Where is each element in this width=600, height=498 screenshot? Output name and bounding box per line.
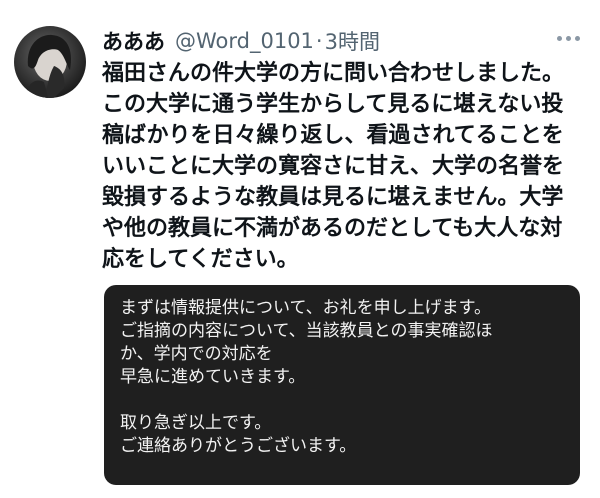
reply-line-blank [120, 389, 564, 412]
tweet: あああ @Word_0101 · 3時間 福田さんの件大学の方に問い合わせしまし… [0, 0, 600, 498]
reply-line: ご連絡ありがとうございます。 [120, 436, 357, 456]
separator-dot: · [315, 29, 323, 53]
more-dot [565, 35, 571, 41]
tweet-body-line: 応をしてください。 [102, 247, 299, 272]
reply-line: まずは情報提供について、お礼を申し上げます。 [120, 298, 491, 318]
reply-line: か、学内での対応を [120, 344, 273, 364]
tweet-header: あああ @Word_0101 · 3時間 [102, 27, 380, 55]
attached-image-reply[interactable]: まずは情報提供について、お礼を申し上げます。 ご指摘の内容について、当該教員との… [104, 285, 580, 485]
tweet-body-line: 福田さんの件大学の方に問い合わせしました。 [102, 61, 565, 86]
reply-line: ご指摘の内容について、当該教員との事実確認ほ [120, 321, 493, 341]
tweet-body-line: 稿ばかりを日々繰り返し、看過されてることを [102, 123, 564, 148]
tweet-body-line: いいことに大学の寛容さに甘え、大学の名誉を [102, 154, 565, 179]
more-dot [574, 35, 580, 41]
more-dot [556, 35, 562, 41]
timestamp[interactable]: 3時間 [325, 26, 380, 56]
avatar-photo-icon [24, 34, 72, 98]
display-name[interactable]: あああ [102, 26, 165, 56]
tweet-body: 福田さんの件大学の方に問い合わせしました。 この大学に通う学生からして見るに堪え… [102, 58, 582, 275]
tweet-body-line: この大学に通う学生からして見るに堪えない投 [102, 92, 564, 117]
tweet-body-line: 毀損するような教員は見るに堪えません。大学 [102, 185, 564, 210]
tweet-body-line: や他の教員に不満があるのだとしても大人な対 [102, 216, 563, 241]
reply-line: 早急に進めていきます。 [120, 367, 306, 387]
more-options-icon[interactable] [550, 30, 586, 46]
reply-line: 取り急ぎ以上です。 [120, 413, 272, 433]
user-handle[interactable]: @Word_0101 [175, 29, 314, 53]
avatar[interactable] [14, 26, 86, 98]
